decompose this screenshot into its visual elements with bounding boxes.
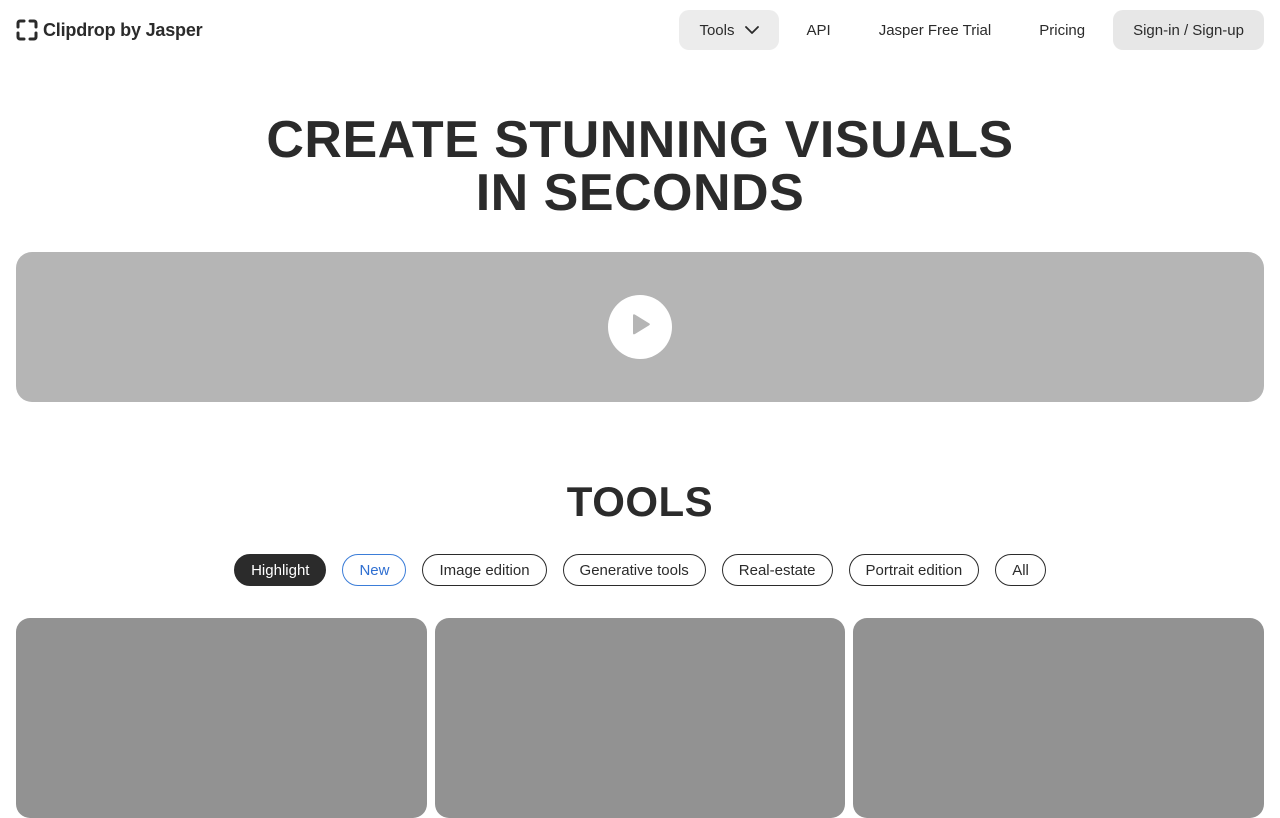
hero-title-line2: IN SECONDS (475, 164, 805, 222)
tools-section-title: TOOLS (566, 478, 714, 525)
api-link[interactable]: API (787, 10, 851, 50)
play-icon (628, 312, 652, 343)
site-header: Clipdrop by Jasper Tools API Jasper Free… (0, 0, 1280, 60)
tools-menu-button[interactable]: Tools (679, 10, 779, 50)
brand-name: Clipdrop by Jasper (43, 19, 203, 40)
filter-portrait-edition[interactable]: Portrait edition (848, 554, 980, 586)
filter-image-edition[interactable]: Image edition (422, 554, 547, 586)
tool-card[interactable] (434, 618, 846, 818)
brand-logo[interactable]: Clipdrop by Jasper (16, 18, 203, 42)
hero-video[interactable] (16, 252, 1264, 402)
filter-all[interactable]: All (995, 554, 1046, 586)
sign-in-button[interactable]: Sign-in / Sign-up (1113, 10, 1264, 50)
filter-real-estate[interactable]: Real-estate (721, 554, 833, 586)
filter-new[interactable]: New (342, 554, 407, 586)
pricing-link[interactable]: Pricing (1019, 10, 1105, 50)
hero-title-line1: CREATE STUNNING VISUALS (266, 111, 1014, 169)
tool-cards-grid (16, 618, 1265, 818)
tool-card[interactable] (853, 618, 1265, 818)
tool-filter-bar: Highlight New Image edition Generative t… (0, 554, 1280, 586)
play-button[interactable] (608, 295, 672, 359)
jasper-free-trial-link[interactable]: Jasper Free Trial (859, 10, 1012, 50)
filter-highlight[interactable]: Highlight (234, 554, 327, 586)
filter-generative-tools[interactable]: Generative tools (562, 554, 706, 586)
tools-menu-label: Tools (699, 21, 735, 39)
clipdrop-logo-icon (16, 19, 38, 41)
hero-title: CREATE STUNNING VISUALS IN SECONDS (0, 114, 1280, 220)
tool-card[interactable] (16, 618, 427, 818)
chevron-down-icon (744, 25, 759, 35)
main-nav: Tools API Jasper Free Trial Pricing Sign… (679, 10, 1264, 50)
